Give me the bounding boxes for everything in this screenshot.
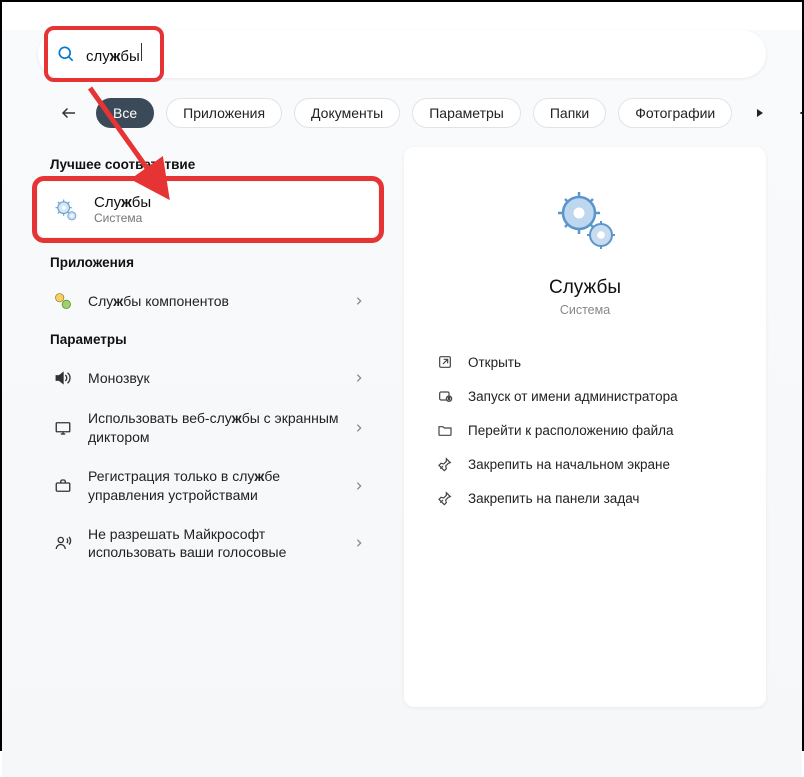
back-button[interactable] — [54, 98, 84, 128]
folder-icon — [436, 421, 454, 439]
param-label: Не разрешать Майкрософт использовать ваш… — [88, 525, 340, 563]
param-device-mgmt-registration[interactable]: Регистрация только в службе управления у… — [38, 457, 378, 515]
filter-all[interactable]: Все — [96, 98, 154, 128]
services-icon — [52, 196, 80, 224]
filter-parameters[interactable]: Параметры — [412, 98, 521, 128]
action-run-admin[interactable]: Запуск от имени администратора — [430, 379, 740, 413]
services-icon-large — [549, 183, 621, 255]
section-params: Параметры — [50, 332, 378, 347]
person-voice-icon — [52, 532, 74, 554]
action-label: Закрепить на панели задач — [468, 491, 639, 506]
more-button[interactable]: ··· — [788, 96, 804, 129]
preview-title: Службы — [430, 277, 740, 299]
action-label: Запуск от имени администратора — [468, 389, 678, 404]
chevron-right-icon — [354, 537, 364, 549]
app-result-component-services[interactable]: Службы компонентов — [38, 280, 378, 322]
action-label: Открыть — [468, 355, 521, 370]
best-match-title: Службы — [94, 194, 151, 211]
search-input[interactable]: службы — [38, 30, 766, 78]
best-match-subtitle: Система — [94, 211, 151, 225]
pin-icon — [436, 489, 454, 507]
component-services-icon — [52, 290, 74, 312]
action-open-location[interactable]: Перейти к расположению файла — [430, 413, 740, 447]
action-label: Закрепить на начальном экране — [468, 457, 670, 472]
app-result-label: Службы компонентов — [88, 292, 340, 311]
param-label: Монозвук — [88, 369, 340, 388]
param-label: Использовать веб-службы с экранным дикто… — [88, 409, 340, 447]
chevron-right-icon — [354, 372, 364, 384]
param-mono-audio[interactable]: Монозвук — [38, 357, 378, 399]
preview-subtitle: Система — [430, 303, 740, 317]
monitor-icon — [52, 417, 74, 439]
best-match-result[interactable]: Службы Система — [38, 182, 378, 237]
preview-panel: Службы Система Открыть Запуск от имени а… — [404, 147, 766, 707]
param-microsoft-voice[interactable]: Не разрешать Майкрософт использовать ваш… — [38, 515, 378, 573]
filter-documents[interactable]: Документы — [294, 98, 400, 128]
chevron-right-icon — [354, 480, 364, 492]
open-icon — [436, 353, 454, 371]
chevron-right-icon — [354, 295, 364, 307]
search-query: службы — [86, 43, 142, 65]
section-best-match: Лучшее соответствие — [50, 157, 378, 172]
pin-icon — [436, 455, 454, 473]
briefcase-icon — [52, 475, 74, 497]
chevron-right-icon — [354, 422, 364, 434]
param-label: Регистрация только в службе управления у… — [88, 467, 340, 505]
speaker-icon — [52, 367, 74, 389]
filter-photos[interactable]: Фотографии — [618, 98, 732, 128]
shield-admin-icon — [436, 387, 454, 405]
action-pin-start[interactable]: Закрепить на начальном экране — [430, 447, 740, 481]
action-pin-taskbar[interactable]: Закрепить на панели задач — [430, 481, 740, 515]
next-filters-button[interactable] — [744, 101, 776, 125]
filter-apps[interactable]: Приложения — [166, 98, 282, 128]
action-open[interactable]: Открыть — [430, 345, 740, 379]
section-apps: Приложения — [50, 255, 378, 270]
param-web-services-narrator[interactable]: Использовать веб-службы с экранным дикто… — [38, 399, 378, 457]
filter-folders[interactable]: Папки — [533, 98, 606, 128]
search-icon — [56, 44, 76, 64]
action-label: Перейти к расположению файла — [468, 423, 674, 438]
